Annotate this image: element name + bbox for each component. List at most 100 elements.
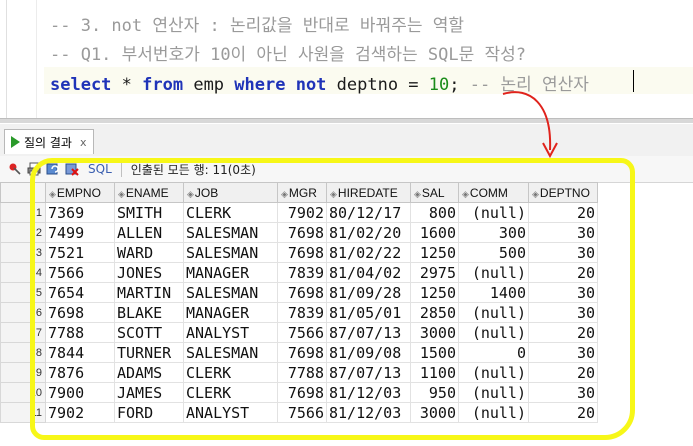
table-cell[interactable]: 7369 [45,202,115,223]
table-cell[interactable]: 20 [528,362,598,383]
table-cell[interactable]: 7839 [277,302,327,323]
table-cell[interactable]: 20 [528,402,598,423]
print-icon[interactable] [27,162,41,176]
column-header[interactable]: ◈COMM [458,182,529,203]
table-cell[interactable]: 7521 [45,242,115,263]
table-row[interactable]: 7 7788 SCOTT ANALYST 7566 87/07/13 3000 (null) 2… [0,322,598,343]
table-cell[interactable]: BLAKE [114,302,184,323]
table-cell[interactable]: (null) [458,362,529,383]
table-cell[interactable]: 1250 [410,282,459,303]
refresh-icon[interactable] [46,162,60,176]
table-cell[interactable]: 81/09/28 [326,282,411,303]
column-header[interactable]: ◈DEPTNO [528,182,598,203]
table-cell[interactable]: (null) [458,302,529,323]
table-cell[interactable]: 87/07/13 [326,362,411,383]
table-cell[interactable]: (null) [458,322,529,343]
table-cell[interactable]: MARTIN [114,282,184,303]
table-cell[interactable]: 7698 [277,242,327,263]
results-grid[interactable]: ◈EMPNO ◈ENAME ◈JOB ◈MGR ◈HIREDATE ◈SAL ◈… [0,182,598,423]
table-cell[interactable]: TURNER [114,342,184,363]
table-cell[interactable]: 7839 [277,262,327,283]
table-cell[interactable]: SALESMAN [183,222,278,243]
table-cell[interactable]: (null) [458,262,529,283]
table-cell[interactable]: MANAGER [183,302,278,323]
table-cell[interactable]: 7698 [277,282,327,303]
table-cell[interactable]: 2975 [410,262,459,283]
table-cell[interactable]: 1100 [410,362,459,383]
table-cell[interactable]: ANALYST [183,322,278,343]
table-cell[interactable]: SCOTT [114,322,184,343]
column-header[interactable]: ◈JOB [183,182,278,203]
table-cell[interactable]: 500 [458,242,529,263]
table-cell[interactable]: 7698 [277,342,327,363]
column-header[interactable]: ◈ENAME [114,182,184,203]
table-cell[interactable]: 7566 [277,402,327,423]
table-cell[interactable]: 30 [528,222,598,243]
table-cell[interactable]: 7788 [45,322,115,343]
table-cell[interactable]: 2850 [410,302,459,323]
table-cell[interactable]: JAMES [114,382,184,403]
tab-query-result[interactable]: 질의 결과 x [4,129,94,154]
table-cell[interactable]: 7902 [277,202,327,223]
sql-editor[interactable]: -- 3. not 연산자 : 논리값을 반대로 바꿔주는 역할 -- Q1. … [0,0,693,118]
table-cell[interactable]: 87/07/13 [326,322,411,343]
table-cell[interactable]: 30 [528,382,598,403]
table-row[interactable]: 1 7369 SMITH CLERK 7902 80/12/17 800 (null) 20 [0,202,598,223]
table-cell[interactable]: ANALYST [183,402,278,423]
table-cell[interactable]: 20 [528,262,598,283]
column-header[interactable]: ◈EMPNO [45,182,115,203]
table-cell[interactable]: 7698 [277,222,327,243]
table-cell[interactable]: 81/02/22 [326,242,411,263]
table-row[interactable]: 8 7844 TURNER SALESMAN 7698 81/09/08 1500 0 30 [0,342,598,363]
table-cell[interactable]: 0 [458,342,529,363]
table-cell[interactable]: JONES [114,262,184,283]
table-cell[interactable]: WARD [114,242,184,263]
table-cell[interactable]: CLERK [183,202,278,223]
table-cell[interactable]: 30 [528,302,598,323]
table-cell[interactable]: 7876 [45,362,115,383]
table-cell[interactable]: 81/04/02 [326,262,411,283]
table-row[interactable]: 5 7654 MARTIN SALESMAN 7698 81/09/28 1250 1400 3… [0,282,598,303]
table-cell[interactable]: SALESMAN [183,282,278,303]
table-cell[interactable]: 7788 [277,362,327,383]
table-cell[interactable]: 1400 [458,282,529,303]
table-row[interactable]: 4 7566 JONES MANAGER 7839 81/04/02 2975 (null) 2… [0,262,598,283]
table-cell[interactable]: 300 [458,222,529,243]
table-cell[interactable]: 80/12/17 [326,202,411,223]
table-cell[interactable]: 7499 [45,222,115,243]
table-cell[interactable]: 30 [528,242,598,263]
sql-link[interactable]: SQL [88,162,112,176]
column-header[interactable]: ◈MGR [277,182,327,203]
cancel-fetch-icon[interactable] [65,162,79,176]
table-row[interactable]: 3 7521 WARD SALESMAN 7698 81/02/22 1250 500 30 [0,242,598,263]
table-cell[interactable]: CLERK [183,362,278,383]
table-cell[interactable]: 30 [528,342,598,363]
table-cell[interactable]: (null) [458,402,529,423]
table-cell[interactable]: 81/09/08 [326,342,411,363]
table-cell[interactable]: 7566 [45,262,115,283]
table-cell[interactable]: 20 [528,322,598,343]
table-cell[interactable]: 800 [410,202,459,223]
table-cell[interactable]: 3000 [410,402,459,423]
table-cell[interactable]: 20 [528,202,598,223]
table-row[interactable]: 9 7876 ADAMS CLERK 7788 87/07/13 1100 (null) 20 [0,362,598,383]
table-cell[interactable]: 81/12/03 [326,402,411,423]
table-cell[interactable]: 7698 [45,302,115,323]
table-cell[interactable]: 950 [410,382,459,403]
table-cell[interactable]: 81/12/03 [326,382,411,403]
table-cell[interactable]: 81/02/20 [326,222,411,243]
pin-icon[interactable] [8,162,22,176]
table-cell[interactable]: 1600 [410,222,459,243]
close-tab-icon[interactable]: x [80,136,87,149]
table-cell[interactable]: 7654 [45,282,115,303]
table-row[interactable]: 10 7900 JAMES CLERK 7698 81/12/03 950 (null) 30 [0,382,598,403]
column-header[interactable]: ◈SAL [410,182,459,203]
table-cell[interactable]: (null) [458,382,529,403]
table-cell[interactable]: CLERK [183,382,278,403]
table-cell[interactable]: MANAGER [183,262,278,283]
table-cell[interactable]: 1500 [410,342,459,363]
column-header[interactable]: ◈HIREDATE [326,182,411,203]
table-cell[interactable]: (null) [458,202,529,223]
table-cell[interactable]: 7900 [45,382,115,403]
table-cell[interactable]: 1250 [410,242,459,263]
